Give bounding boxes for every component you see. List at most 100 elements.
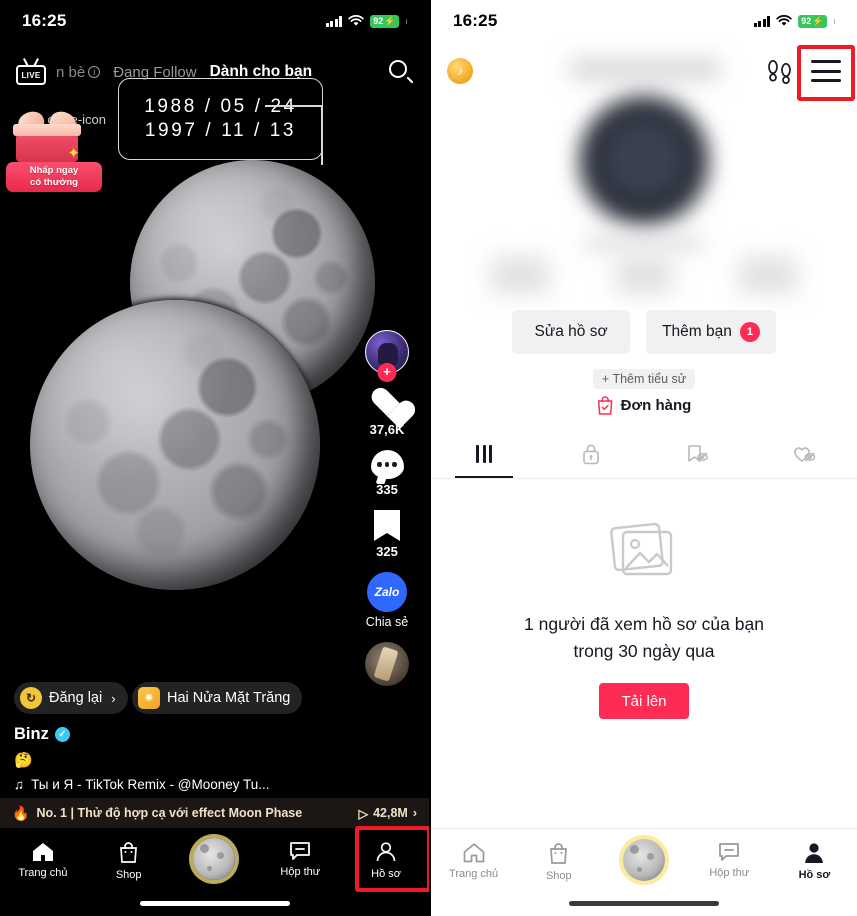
inbox-icon (290, 842, 311, 860)
video-author[interactable]: Binz ✓ (14, 725, 324, 744)
orders-label: Đơn hàng (620, 397, 692, 414)
trending-text: No. 1 | Thử độ hợp cạ với effect Moon Ph… (36, 806, 303, 820)
tab-friends[interactable]: n bè i (56, 63, 101, 81)
footsteps-icon[interactable] (765, 58, 795, 84)
status-bar-indicators: 92 ⚡ (753, 14, 835, 28)
zalo-icon[interactable]: Zalo (366, 572, 407, 612)
nav-item-inbox-label: Hộp thư (280, 866, 321, 878)
author-name: Binz (14, 725, 49, 743)
live-icon[interactable]: LIVE (16, 58, 46, 85)
status-bar: 16:25 92 ⚡ (431, 0, 857, 42)
bookmark-hidden-icon (688, 445, 708, 462)
bookmark-count: 325 (376, 544, 398, 559)
sparkle-icon: ✦ (67, 145, 80, 162)
tab-liked-hidden[interactable] (751, 430, 857, 478)
comment-icon[interactable] (370, 450, 404, 479)
follow-plus-icon[interactable]: + (377, 363, 397, 382)
gift-promo-banner[interactable]: close-icon ✦ Nhấp ngay có thưởng (6, 106, 106, 192)
nav-item-inbox[interactable]: Hộp thư (257, 838, 343, 878)
nav-item-shop[interactable]: Shop (86, 838, 172, 881)
date-overlay-tick-horizontal (265, 105, 323, 107)
comment-button[interactable]: 335 (370, 450, 404, 497)
wifi-icon (776, 15, 792, 26)
stat-following[interactable] (491, 256, 549, 294)
home-indicator (139, 901, 290, 906)
profile-page: 16:25 92 ⚡ ♪ Sửa hồ sơ Thêm bạn 1 + Thêm… (431, 0, 857, 916)
video-action-rail: + 37,6K 335 325 Zalo Chia sẻ (351, 330, 423, 686)
profile-person-icon (805, 843, 824, 863)
share-button[interactable]: Zalo Chia sẻ (366, 572, 408, 629)
cellular-bars-icon (753, 15, 771, 27)
add-bio-button[interactable]: + Thêm tiểu sử (592, 369, 696, 389)
profile-empty-state: 1 người đã xem hồ sơ của bạn trong 30 ng… (431, 520, 857, 719)
shop-bag-icon (120, 842, 138, 863)
info-icon[interactable]: i (88, 66, 101, 78)
heart-hidden-icon (793, 447, 815, 462)
orders-link[interactable]: Đơn hàng (597, 396, 692, 415)
tab-saved-hidden[interactable] (644, 430, 751, 478)
nav-item-home-label: Trang chủ (18, 867, 68, 879)
moon-create-icon[interactable] (623, 839, 665, 881)
home-indicator (569, 901, 719, 906)
avatar[interactable]: + (365, 330, 409, 382)
upload-button[interactable]: Tải lên (599, 683, 689, 719)
hamburger-menu-icon[interactable] (811, 60, 841, 82)
music-note-icon: ♫ (14, 777, 25, 792)
nav-item-profile-label: Hồ sơ (371, 868, 401, 880)
video-music-row[interactable]: ♫ Ты и Я - TikTok Remix - @Mooney Tu... (14, 777, 324, 792)
moon-create-icon[interactable] (193, 838, 236, 880)
nav-item-create[interactable] (172, 838, 258, 880)
tab-friends-label: n bè (56, 63, 86, 81)
verified-badge-icon: ✓ (54, 727, 70, 742)
profile-person-icon (376, 842, 396, 862)
tab-private[interactable] (538, 430, 645, 478)
home-icon (463, 843, 484, 863)
sound-disc-icon[interactable] (365, 642, 409, 686)
nav-item-home[interactable]: Trang chủ (0, 838, 86, 879)
empty-state-line-2: trong 30 ngày qua (573, 641, 715, 661)
nav-item-shop[interactable]: Shop (516, 839, 601, 882)
battery-charging-icon: 92 ⚡ (370, 14, 399, 28)
play-count: 42,8M (373, 806, 408, 820)
date-overlay-tick-vertical (321, 105, 323, 165)
nav-item-profile[interactable]: Hồ sơ (343, 838, 429, 880)
add-friends-badge: 1 (739, 322, 760, 342)
like-button[interactable]: 37,6K (370, 387, 405, 437)
repost-chip[interactable]: ↻ Đăng lại › (14, 682, 128, 714)
repost-label: Đăng lại (49, 690, 103, 706)
stat-followers[interactable] (615, 256, 673, 294)
edit-profile-button[interactable]: Sửa hồ sơ (512, 310, 631, 354)
add-friends-button[interactable]: Thêm bạn 1 (646, 310, 776, 354)
effect-chip[interactable]: ✷ Hai Nửa Mặt Trăng (132, 682, 303, 714)
stat-likes[interactable] (739, 256, 797, 294)
nav-item-profile[interactable]: Hồ sơ (772, 839, 857, 881)
bookmark-icon[interactable] (374, 510, 400, 541)
tab-posts[interactable] (431, 430, 538, 478)
date-overlay-box: 1988 / 05 / 24 1997 / 11 / 13 (118, 78, 323, 165)
nav-item-inbox-label: Hộp thư (709, 867, 750, 879)
trending-banner[interactable]: 🔥 No. 1 | Thử độ hợp cạ với effect Moon … (0, 798, 429, 828)
left-phone-screen: 16:25 92 ⚡ LIVE n bè i Đang Follow Dành … (0, 0, 429, 916)
tiktok-coin-icon[interactable]: ♪ (447, 58, 473, 84)
search-icon[interactable] (389, 60, 414, 84)
status-bar-indicators: 92 ⚡ (325, 14, 407, 28)
nav-item-home[interactable]: Trang chủ (431, 839, 516, 880)
tabs-divider (431, 478, 857, 479)
bookmark-button[interactable]: 325 (374, 510, 400, 559)
profile-header-actions (765, 58, 841, 84)
profile-avatar-blurred[interactable] (579, 96, 709, 226)
nav-item-create[interactable] (601, 839, 686, 881)
battery-cap (833, 18, 835, 24)
profile-stats-blurred (431, 256, 857, 300)
profile-tabs (431, 430, 857, 478)
profile-handle-blurred (584, 236, 704, 250)
heart-icon[interactable] (370, 387, 405, 419)
nav-item-inbox[interactable]: Hộp thư (687, 839, 772, 879)
sound-disc-button[interactable] (365, 642, 409, 686)
inbox-icon (719, 843, 740, 861)
upload-button-label: Tải lên (621, 692, 667, 710)
nav-item-home-label: Trang chủ (449, 868, 499, 880)
date-line-1: 1988 / 05 / 24 (144, 96, 297, 117)
author-avatar-button[interactable]: + (365, 330, 409, 382)
gift-promo-label: Nhấp ngay có thưởng (6, 162, 102, 192)
